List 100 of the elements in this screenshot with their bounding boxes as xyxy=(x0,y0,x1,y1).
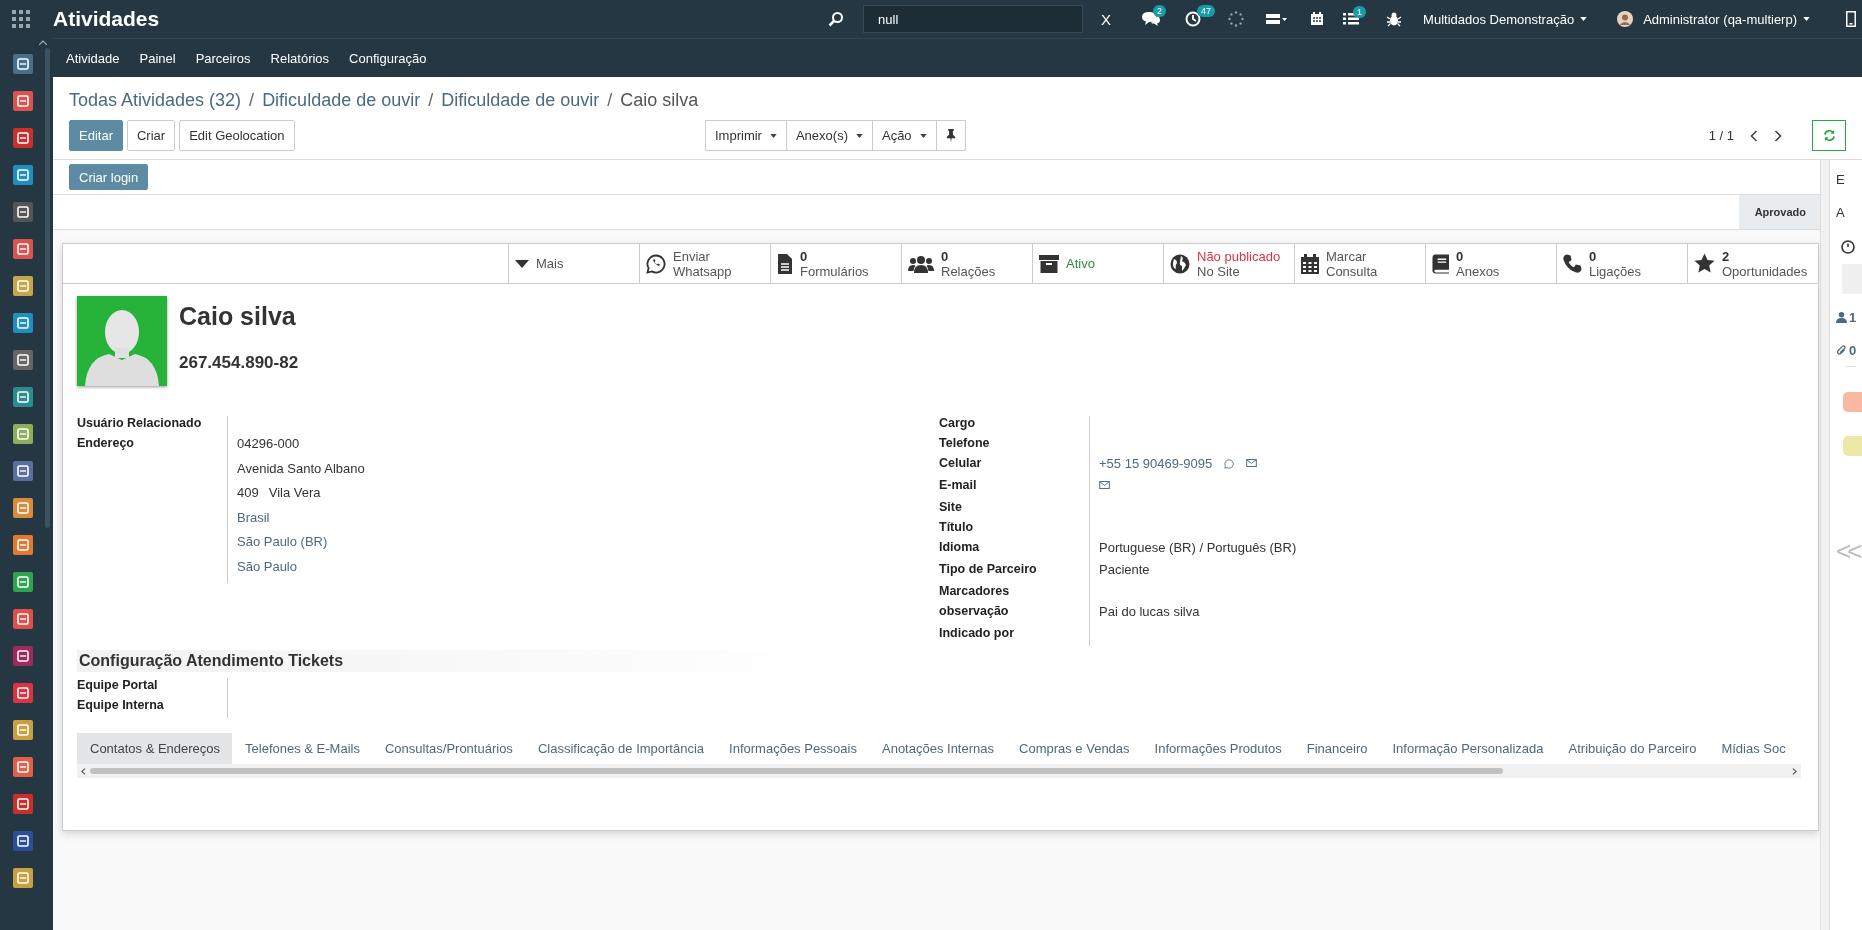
app-icon[interactable] xyxy=(12,424,33,444)
address-link[interactable]: São Paulo xyxy=(237,558,297,583)
action-button[interactable]: Edit Geolocation xyxy=(179,120,295,151)
field-label: Site xyxy=(939,500,963,516)
search-field[interactable]: null xyxy=(863,5,1084,33)
create-login-button[interactable]: Criar login xyxy=(69,164,149,190)
tab[interactable]: Telefones & E-Mails xyxy=(232,733,372,764)
tab[interactable]: Mídias Soc xyxy=(1708,733,1798,764)
app-icon[interactable] xyxy=(12,831,33,851)
field-value: Portuguese (BR) / Português (BR) xyxy=(1099,540,1297,555)
user-dropdown[interactable]: Administrator (qa-multierp) xyxy=(1635,11,1818,27)
tab[interactable]: Contatos & Endereços xyxy=(77,733,233,764)
field-value: Pai do lucas silva xyxy=(1099,604,1200,619)
whatsapp-icon xyxy=(646,253,666,274)
tab[interactable]: Informações Produtos xyxy=(1141,733,1294,764)
caret-icon xyxy=(1803,17,1810,21)
calendar-icon[interactable] xyxy=(1310,12,1325,26)
scrollbar[interactable] xyxy=(77,764,1801,778)
search-icon[interactable] xyxy=(828,11,845,27)
app-icon[interactable] xyxy=(12,572,33,592)
menu-item[interactable]: Relatórios xyxy=(270,50,330,66)
app-icon[interactable] xyxy=(12,794,33,814)
caret-icon xyxy=(855,133,863,138)
app-icon[interactable] xyxy=(12,165,33,185)
globe-icon xyxy=(1170,253,1190,274)
tab[interactable]: Informações Pessoais xyxy=(716,733,869,764)
whatsapp-icon[interactable] xyxy=(1224,459,1235,469)
address-text: 409 xyxy=(237,485,259,502)
tab[interactable]: Atribuição do Parceiro xyxy=(1555,733,1709,764)
app-icon[interactable] xyxy=(12,350,33,370)
attachments-count[interactable]: 0 xyxy=(1836,340,1862,360)
app-icon[interactable] xyxy=(12,757,33,777)
tab[interactable]: Consultas/Prontuários xyxy=(371,733,525,764)
app-icon[interactable] xyxy=(12,461,33,481)
app-icon[interactable] xyxy=(12,683,33,703)
menu-item[interactable]: Configuração xyxy=(349,50,427,66)
phone-icon[interactable] xyxy=(1846,11,1856,27)
app-icon[interactable] xyxy=(12,720,33,740)
mail-icon[interactable] xyxy=(1246,459,1258,467)
tab[interactable]: Compras e Vendas xyxy=(1006,733,1142,764)
tab[interactable]: Financeiro xyxy=(1293,733,1380,764)
layout-dropdown-icon[interactable] xyxy=(1266,12,1289,26)
company-dropdown[interactable]: Multidados Demonstração xyxy=(1415,11,1596,27)
address-text: Vila Vera xyxy=(268,485,321,502)
pin-button[interactable] xyxy=(935,120,966,151)
count-badge: 47 xyxy=(1197,5,1216,17)
bug-icon[interactable] xyxy=(1386,11,1403,27)
app-icon[interactable] xyxy=(12,128,33,148)
app-icon[interactable] xyxy=(12,276,33,296)
phone-link[interactable]: +55 15 90469-9095 xyxy=(1099,456,1213,471)
address-link[interactable]: Brasil xyxy=(237,509,270,534)
app-icon[interactable] xyxy=(12,609,33,629)
clock-icon[interactable] xyxy=(1841,240,1855,254)
caret-icon xyxy=(1580,17,1588,21)
app-icon[interactable] xyxy=(12,313,33,333)
refresh-button[interactable] xyxy=(1812,120,1846,151)
followers-count[interactable]: 1 xyxy=(1836,307,1862,327)
dropdown-button[interactable]: Ação xyxy=(871,120,937,151)
breadcrumb[interactable]: Todas Atividades (32) xyxy=(69,90,242,111)
breadcrumb[interactable]: Dificuldade de ouvir xyxy=(441,90,600,111)
scroll-right-icon[interactable] xyxy=(1792,767,1797,775)
chatter-text[interactable]: A xyxy=(1836,205,1862,238)
breadcrumb[interactable]: Dificuldade de ouvir xyxy=(262,90,421,111)
app-icon[interactable] xyxy=(12,91,33,111)
mail-icon[interactable] xyxy=(1099,481,1110,489)
tab[interactable]: Classificação de Importância xyxy=(524,733,717,764)
scrollbar[interactable] xyxy=(1820,160,1829,930)
app-icon[interactable] xyxy=(12,868,33,888)
next-icon[interactable] xyxy=(1774,129,1782,142)
users-icon xyxy=(908,254,934,273)
caret-icon xyxy=(515,259,529,268)
clear-button[interactable]: X xyxy=(1093,10,1120,28)
field-value: Paciente xyxy=(1099,562,1150,577)
refresh-icon xyxy=(1822,129,1836,142)
app-icon[interactable] xyxy=(12,498,33,518)
dropdown-button[interactable]: Anexo(s) xyxy=(785,120,873,151)
status-stage[interactable]: Aprovado xyxy=(1738,195,1820,229)
app-icon[interactable] xyxy=(12,202,33,222)
app-icon[interactable] xyxy=(12,387,33,407)
menu-item[interactable]: Atividade xyxy=(66,50,120,66)
tab[interactable]: Informação Personalizada xyxy=(1379,733,1556,764)
address-text: Avenida Santo Albano xyxy=(237,460,365,478)
app-icon[interactable] xyxy=(12,646,33,666)
field-label: Indicado por xyxy=(939,626,1015,642)
apps-menu-icon[interactable] xyxy=(12,10,30,28)
app-icon[interactable] xyxy=(12,535,33,555)
edit-button[interactable]: Editar xyxy=(69,120,123,151)
dropdown-button[interactable]: Imprimir xyxy=(705,120,787,151)
menu-item[interactable]: Painel xyxy=(139,50,176,66)
scroll-up-icon[interactable] xyxy=(39,40,47,45)
scroll-left-icon[interactable] xyxy=(81,767,86,775)
tab[interactable]: Anotações Internas xyxy=(869,733,1006,764)
action-button[interactable]: Criar xyxy=(126,120,176,151)
scrollbar[interactable] xyxy=(45,48,50,528)
app-icon[interactable] xyxy=(12,239,33,259)
previous-icon[interactable] xyxy=(1750,129,1758,142)
chatter-text[interactable]: E xyxy=(1836,172,1862,205)
address-link[interactable]: São Paulo (BR) xyxy=(237,534,328,559)
app-icon[interactable] xyxy=(12,54,33,74)
menu-item[interactable]: Parceiros xyxy=(195,50,251,66)
